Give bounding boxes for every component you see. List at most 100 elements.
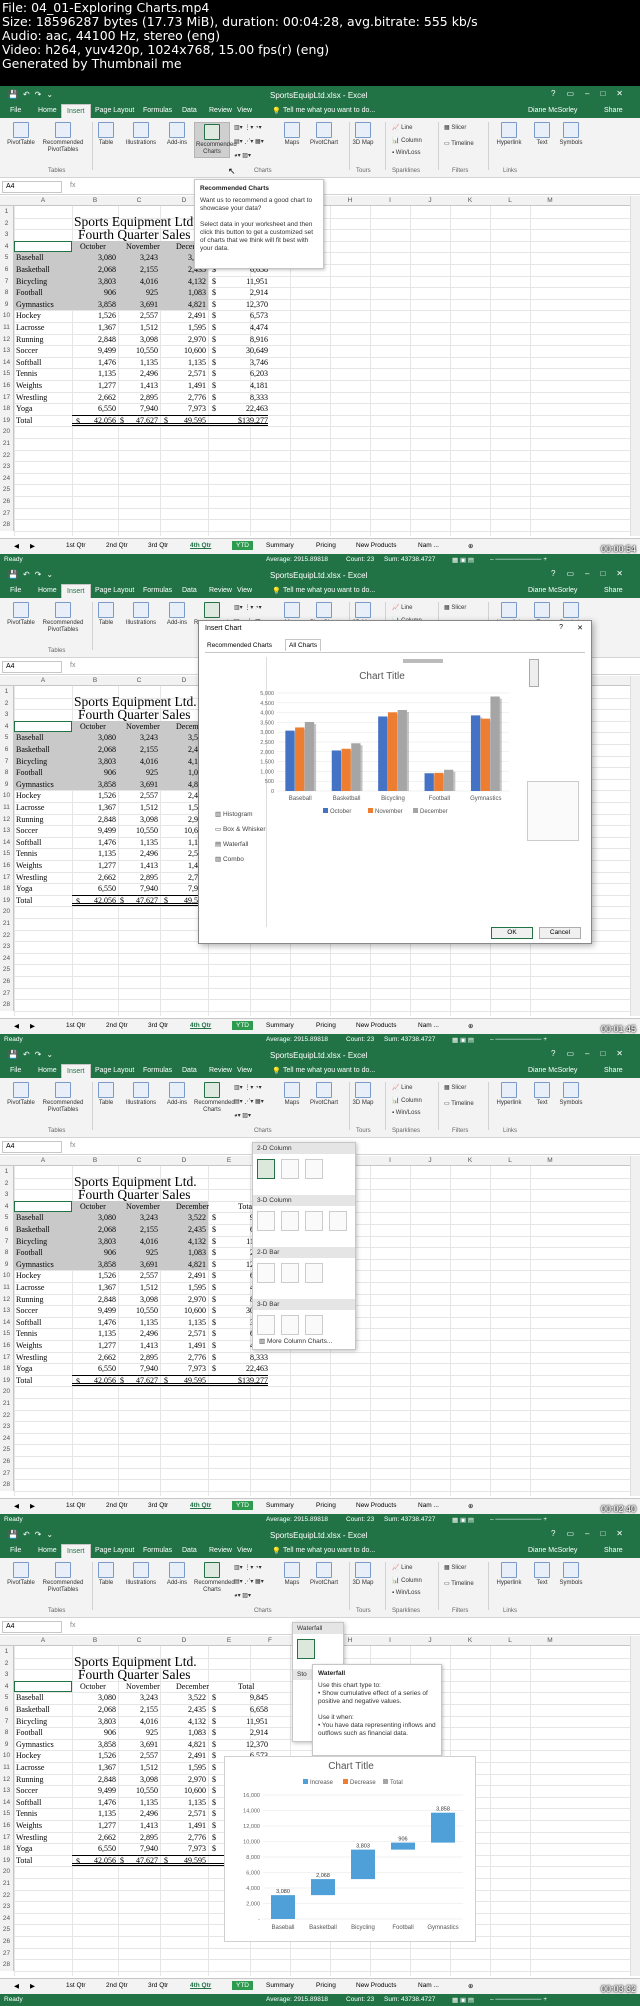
sparkline-winloss-button[interactable]: ▪ Win/Loss <box>392 150 420 156</box>
tab-view[interactable]: View <box>237 107 252 114</box>
row-header[interactable]: 5 <box>0 1692 14 1704</box>
column-header[interactable]: J <box>410 197 450 204</box>
row-header[interactable]: 15 <box>0 1328 14 1340</box>
row-header[interactable]: 25 <box>0 1444 14 1456</box>
row-header[interactable]: 18 <box>0 403 14 415</box>
row-header[interactable]: 25 <box>0 484 14 496</box>
tab-page-layout[interactable]: Page Layout <box>95 1067 134 1074</box>
row-header[interactable]: 27 <box>0 507 14 520</box>
maps-button[interactable]: Maps <box>282 122 302 147</box>
row-header[interactable]: 27 <box>0 987 14 1000</box>
more-column-charts-link[interactable]: ▥ More Column Charts... <box>259 1337 332 1345</box>
table-button[interactable]: Table <box>94 122 118 147</box>
row-header[interactable]: 15 <box>0 1808 14 1820</box>
scroll-left-icon[interactable]: ◀ <box>14 542 19 550</box>
tab-page-layout[interactable]: Page Layout <box>95 587 134 594</box>
sheet-tab[interactable]: 1st Qtr <box>66 542 86 549</box>
symbols-button[interactable]: Symbols <box>556 122 586 147</box>
row-header[interactable]: 12 <box>0 813 14 826</box>
3d-map-button[interactable]: 3D Map <box>352 122 374 147</box>
table-button[interactable]: Table <box>94 602 118 627</box>
zoom-slider[interactable]: – ────────── + <box>490 1036 547 1043</box>
row-header[interactable]: 1 <box>0 686 14 698</box>
row-header[interactable]: 6 <box>0 1224 14 1236</box>
tab-recommended-charts[interactable]: Recommended Charts <box>205 641 274 650</box>
timeline-button[interactable]: ▭ Timeline <box>444 1580 474 1587</box>
row-header[interactable]: 7 <box>0 275 14 288</box>
pivottable-button[interactable]: PivotTable <box>4 1562 38 1587</box>
3d-map-button[interactable]: 3D Map <box>352 1082 374 1107</box>
pie-chart-dropdown[interactable]: ◕▾ ▨▾ <box>234 152 251 159</box>
zoom-slider[interactable]: – ────────── + <box>490 1516 547 1523</box>
zoom-slider[interactable]: – ────────── + <box>490 1996 547 2003</box>
row-header[interactable]: 28 <box>0 999 14 1011</box>
scroll-left-icon[interactable]: ◀ <box>14 1982 19 1990</box>
row-header[interactable]: 14 <box>0 1316 14 1329</box>
column-header[interactable]: C <box>118 677 160 684</box>
tab-data[interactable]: Data <box>182 1547 197 1554</box>
quick-access-icons[interactable]: 💾↶↷⌄ <box>8 90 58 99</box>
sheet-tab[interactable]: Nam ... <box>418 1982 439 1989</box>
row-header[interactable]: 12 <box>0 333 14 346</box>
active-cell[interactable] <box>14 1200 72 1213</box>
fx-icon[interactable]: fx <box>70 1142 75 1149</box>
user-name[interactable]: Diane McSorley <box>528 107 577 114</box>
row-header[interactable]: 8 <box>0 767 14 779</box>
chart-subtype-thumbnail[interactable] <box>281 1159 299 1179</box>
recommended-pivottables-button[interactable]: Recommended PivotTables <box>38 1082 88 1114</box>
row-header[interactable]: 5 <box>0 1212 14 1224</box>
row-header[interactable]: 6 <box>0 264 14 276</box>
row-header[interactable]: 1 <box>0 1646 14 1658</box>
chart-subtype-thumbnail[interactable] <box>257 1263 275 1283</box>
sparkline-line-button[interactable]: 📈 Line <box>392 1084 412 1091</box>
row-header[interactable]: 24 <box>0 1912 14 1925</box>
row-header[interactable]: 11 <box>0 1282 14 1294</box>
column-header[interactable]: C <box>118 1637 160 1644</box>
row-header[interactable]: 15 <box>0 848 14 860</box>
illustrations-button[interactable]: Illustrations <box>122 1562 160 1587</box>
sheet-tab[interactable]: 2nd Qtr <box>106 1502 128 1509</box>
row-header[interactable]: 3 <box>0 1189 14 1201</box>
column-header[interactable]: I <box>370 1637 410 1644</box>
window-controls[interactable]: ?▭–□✕ <box>551 1049 634 1058</box>
user-name[interactable]: Diane McSorley <box>528 1547 577 1554</box>
tab-view[interactable]: View <box>237 587 252 594</box>
row-header[interactable]: 9 <box>0 1258 14 1271</box>
row-header[interactable]: 1 <box>0 1166 14 1178</box>
illustrations-button[interactable]: Illustrations <box>122 122 160 147</box>
row-header[interactable]: 19 <box>0 894 14 907</box>
sparkline-winloss-button[interactable]: ▪ Win/Loss <box>392 1590 420 1596</box>
sheet-tab[interactable]: New Products <box>356 542 396 549</box>
3d-map-button[interactable]: 3D Map <box>352 1562 374 1587</box>
text-button[interactable]: Text <box>532 1562 552 1587</box>
sheet-tab[interactable]: 2nd Qtr <box>106 1982 128 1989</box>
row-header[interactable]: 7 <box>0 755 14 768</box>
tab-formulas[interactable]: Formulas <box>143 587 172 594</box>
row-header[interactable]: 17 <box>0 871 14 884</box>
tab-view[interactable]: View <box>237 1067 252 1074</box>
row-header[interactable]: 16 <box>0 380 14 392</box>
pivottable-button[interactable]: PivotTable <box>4 122 38 147</box>
tell-me-input[interactable]: Tell me what you want to do... <box>283 1547 375 1554</box>
row-header[interactable]: 3 <box>0 1669 14 1681</box>
tab-view[interactable]: View <box>237 1547 252 1554</box>
row-header[interactable]: 10 <box>0 1270 14 1282</box>
column-header[interactable]: K <box>450 1157 490 1164</box>
sheet-tab[interactable]: Nam ... <box>418 1022 439 1029</box>
share-button[interactable]: Share <box>604 107 623 114</box>
row-header[interactable]: 14 <box>0 836 14 849</box>
column-chart-dropdown[interactable]: ▥▾ ⋮▾ ◔▾ <box>234 1084 262 1091</box>
recommended-pivottables-button[interactable]: Recommended PivotTables <box>38 122 88 154</box>
vertical-scrollbar[interactable] <box>630 196 640 536</box>
sheet-tab[interactable]: 2nd Qtr <box>106 1022 128 1029</box>
tab-home[interactable]: Home <box>38 587 57 594</box>
table-button[interactable]: Table <box>94 1562 118 1587</box>
column-header[interactable]: I <box>370 1157 410 1164</box>
row-header[interactable]: 20 <box>0 1866 14 1878</box>
fx-icon[interactable]: fx <box>70 182 75 189</box>
row-header[interactable]: 8 <box>0 287 14 299</box>
quick-access-icons[interactable]: 💾↶↷⌄ <box>8 1050 58 1059</box>
chart-subtype-thumbnail[interactable] <box>281 1315 299 1335</box>
waterfall-chart-object[interactable]: Chart Title Increase Decrease Total - 2,000 4… <box>224 1756 476 1942</box>
row-header[interactable]: 10 <box>0 1750 14 1762</box>
